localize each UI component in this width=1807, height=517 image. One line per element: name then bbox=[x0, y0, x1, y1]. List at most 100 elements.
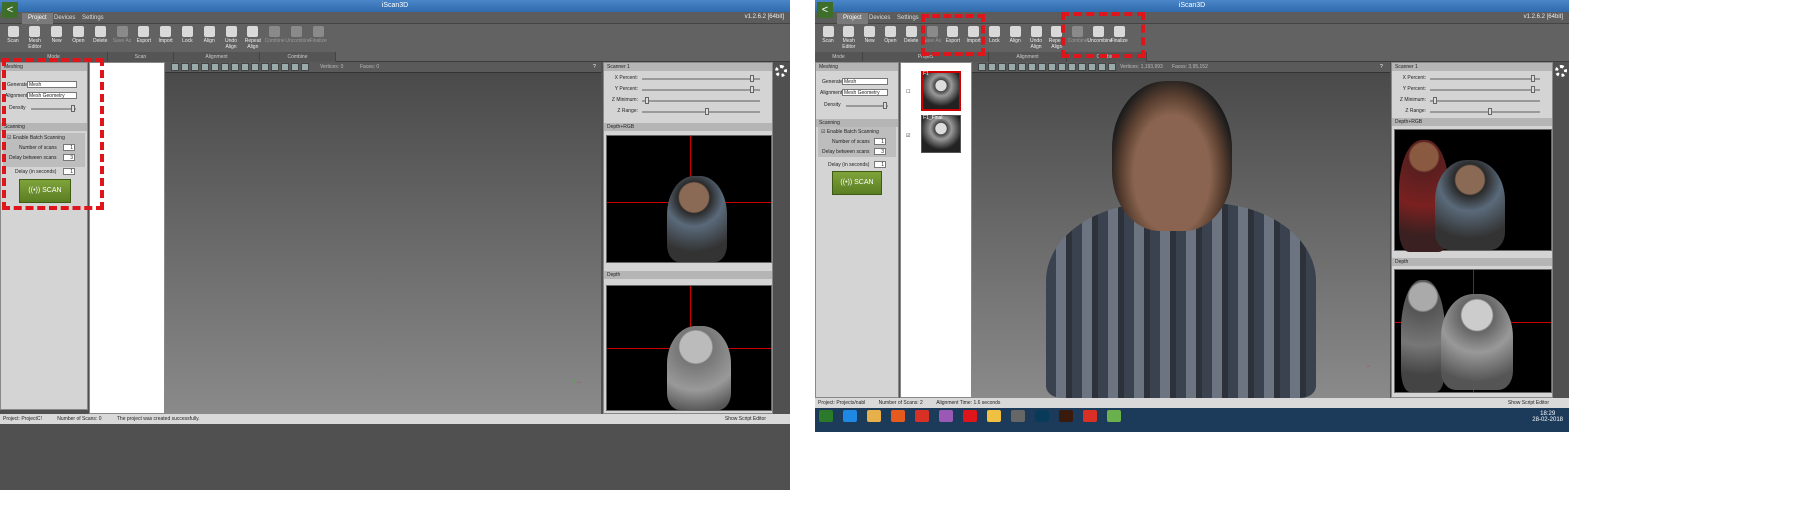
right-generate-select[interactable]: Mesh bbox=[842, 78, 888, 85]
left-depth-tab[interactable]: Depth bbox=[604, 271, 772, 279]
left-view-tool-icon[interactable] bbox=[231, 63, 239, 71]
right-3d-viewport[interactable]: ↑→ bbox=[972, 73, 1390, 398]
left-view-tool-icon[interactable] bbox=[171, 63, 179, 71]
right-app-logo-icon[interactable]: < bbox=[817, 2, 833, 18]
left-app-logo-icon[interactable]: < bbox=[2, 2, 18, 18]
left-ribbon-mesh-editor-button[interactable]: Mesh Editor bbox=[24, 26, 46, 50]
left-tab-settings[interactable]: Settings bbox=[76, 13, 110, 24]
right-scan-1-item[interactable] bbox=[921, 71, 961, 111]
left-view-tool-icon[interactable] bbox=[291, 63, 299, 71]
left-view-tool-icon[interactable] bbox=[301, 63, 309, 71]
right-ribbon-undo-align-button[interactable]: Undo Align bbox=[1025, 26, 1047, 50]
left-settings-gear-icon[interactable] bbox=[775, 65, 787, 77]
right-view-tool-icon[interactable] bbox=[1058, 63, 1066, 71]
right-rgb-tab[interactable]: Depth+RGB bbox=[1392, 118, 1552, 126]
left-ribbon-open-button[interactable]: Open bbox=[67, 26, 89, 44]
chrome2-icon[interactable] bbox=[1083, 410, 1097, 422]
left-ribbon-repeat-align-button[interactable]: Repeat Align bbox=[242, 26, 264, 50]
right-tab-settings[interactable]: Settings bbox=[891, 13, 925, 24]
right-view-tool-icon[interactable] bbox=[1018, 63, 1026, 71]
right-view-tool-icon[interactable] bbox=[1078, 63, 1086, 71]
right-view-tool-icon[interactable] bbox=[1048, 63, 1056, 71]
left-view-tool-icon[interactable] bbox=[251, 63, 259, 71]
left-scanner-slider[interactable] bbox=[642, 97, 760, 104]
left-script-editor-link[interactable]: Show Script Editor bbox=[725, 414, 766, 424]
right-delay-spinner[interactable]: 1 bbox=[874, 161, 886, 168]
left-ribbon-new-button[interactable]: New bbox=[46, 26, 68, 44]
left-scanner-slider-knob[interactable] bbox=[645, 97, 650, 104]
right-view-tool-icon[interactable] bbox=[1038, 63, 1046, 71]
left-scanner-slider-knob[interactable] bbox=[704, 108, 709, 115]
photoshop-icon[interactable] bbox=[1035, 410, 1049, 422]
right-view-tool-icon[interactable] bbox=[1028, 63, 1036, 71]
right-ribbon-lock-button[interactable]: Lock bbox=[983, 26, 1005, 44]
right-view-tool-icon[interactable] bbox=[978, 63, 986, 71]
left-view-tool-icon[interactable] bbox=[271, 63, 279, 71]
firefox-icon[interactable] bbox=[891, 410, 905, 422]
right-view-tool-icon[interactable] bbox=[1098, 63, 1106, 71]
right-script-editor-link[interactable]: Show Script Editor bbox=[1508, 398, 1549, 408]
right-view-tool-icon[interactable] bbox=[1068, 63, 1076, 71]
chrome-icon[interactable] bbox=[915, 410, 929, 422]
left-ribbon-lock-button[interactable]: Lock bbox=[176, 26, 198, 44]
right-delay-between-spinner[interactable]: 3 bbox=[874, 148, 886, 155]
right-scan-button[interactable]: ((•)) SCAN bbox=[832, 171, 882, 195]
right-scanner-slider-knob[interactable] bbox=[1488, 108, 1493, 115]
tray-clock[interactable]: 18:29 28-02-2018 bbox=[1532, 411, 1563, 423]
tool-icon[interactable] bbox=[1011, 410, 1025, 422]
right-num-scans-spinner[interactable]: 1 bbox=[874, 138, 886, 145]
illustrator-icon[interactable] bbox=[1059, 410, 1073, 422]
left-ribbon-undo-align-button[interactable]: Undo Align bbox=[220, 26, 242, 50]
right-density-knob[interactable] bbox=[883, 102, 887, 109]
start-icon[interactable] bbox=[819, 410, 833, 422]
right-view-tool-icon[interactable] bbox=[998, 63, 1006, 71]
right-alignment-select[interactable]: Mesh Geometry bbox=[842, 89, 888, 96]
left-view-tool-icon[interactable] bbox=[201, 63, 209, 71]
left-scanner-slider[interactable] bbox=[642, 75, 760, 82]
right-density-slider[interactable] bbox=[846, 102, 888, 109]
app-icon[interactable] bbox=[939, 410, 953, 422]
right-view-tool-icon[interactable] bbox=[1008, 63, 1016, 71]
right-view-tool-icon[interactable] bbox=[1108, 63, 1116, 71]
left-view-tool-icon[interactable] bbox=[181, 63, 189, 71]
left-scanner-slider[interactable] bbox=[642, 86, 760, 93]
right-scan-2-checkbox[interactable]: ☑ bbox=[906, 133, 910, 139]
right-scanner-slider[interactable] bbox=[1430, 75, 1540, 82]
media-icon[interactable] bbox=[987, 410, 1001, 422]
ie-icon[interactable] bbox=[843, 410, 857, 422]
right-ribbon-align-button[interactable]: Align bbox=[1004, 26, 1026, 44]
left-scanner-slider-knob[interactable] bbox=[750, 75, 755, 82]
left-ribbon-wifi-scan-button[interactable]: Scan bbox=[2, 26, 24, 44]
left-view-tool-icon[interactable] bbox=[261, 63, 269, 71]
right-scanner-slider-knob[interactable] bbox=[1433, 97, 1438, 104]
right-scanner-slider[interactable] bbox=[1430, 108, 1540, 115]
left-ribbon-align-button[interactable]: Align bbox=[198, 26, 220, 44]
right-ribbon-new-button[interactable]: New bbox=[859, 26, 881, 44]
left-3d-viewport[interactable]: ↑→ bbox=[165, 73, 601, 414]
right-view-tool-icon[interactable] bbox=[988, 63, 996, 71]
right-ribbon-mesh-editor-button[interactable]: Mesh Editor bbox=[838, 26, 860, 50]
left-scanner-slider-knob[interactable] bbox=[750, 86, 755, 93]
right-scan-1-checkbox[interactable]: ☐ bbox=[906, 89, 910, 95]
left-ribbon-import-button[interactable]: Import bbox=[155, 26, 177, 44]
right-view-tool-icon[interactable] bbox=[1088, 63, 1096, 71]
right-ribbon-delete-button[interactable]: Delete bbox=[900, 26, 922, 44]
iscan-icon[interactable] bbox=[1107, 410, 1121, 422]
left-view-tool-icon[interactable] bbox=[221, 63, 229, 71]
right-ribbon-open-button[interactable]: Open bbox=[879, 26, 901, 44]
right-help-icon[interactable]: ? bbox=[1380, 64, 1383, 70]
left-view-tool-icon[interactable] bbox=[241, 63, 249, 71]
left-ribbon-delete-button[interactable]: Delete bbox=[89, 26, 111, 44]
explorer-icon[interactable] bbox=[867, 410, 881, 422]
left-ribbon-export-button[interactable]: Export bbox=[133, 26, 155, 44]
right-scanner-slider-knob[interactable] bbox=[1530, 86, 1535, 93]
right-batch-checkbox[interactable]: ☑ Enable Batch Scanning bbox=[821, 129, 879, 135]
right-settings-gear-icon[interactable] bbox=[1555, 65, 1567, 77]
right-depth-tab[interactable]: Depth bbox=[1392, 258, 1552, 266]
opera-icon[interactable] bbox=[963, 410, 977, 422]
left-scanner-slider[interactable] bbox=[642, 108, 760, 115]
right-scanner-slider[interactable] bbox=[1430, 97, 1540, 104]
right-scanner-slider-knob[interactable] bbox=[1530, 75, 1535, 82]
left-view-tool-icon[interactable] bbox=[281, 63, 289, 71]
left-help-icon[interactable]: ? bbox=[593, 64, 596, 70]
